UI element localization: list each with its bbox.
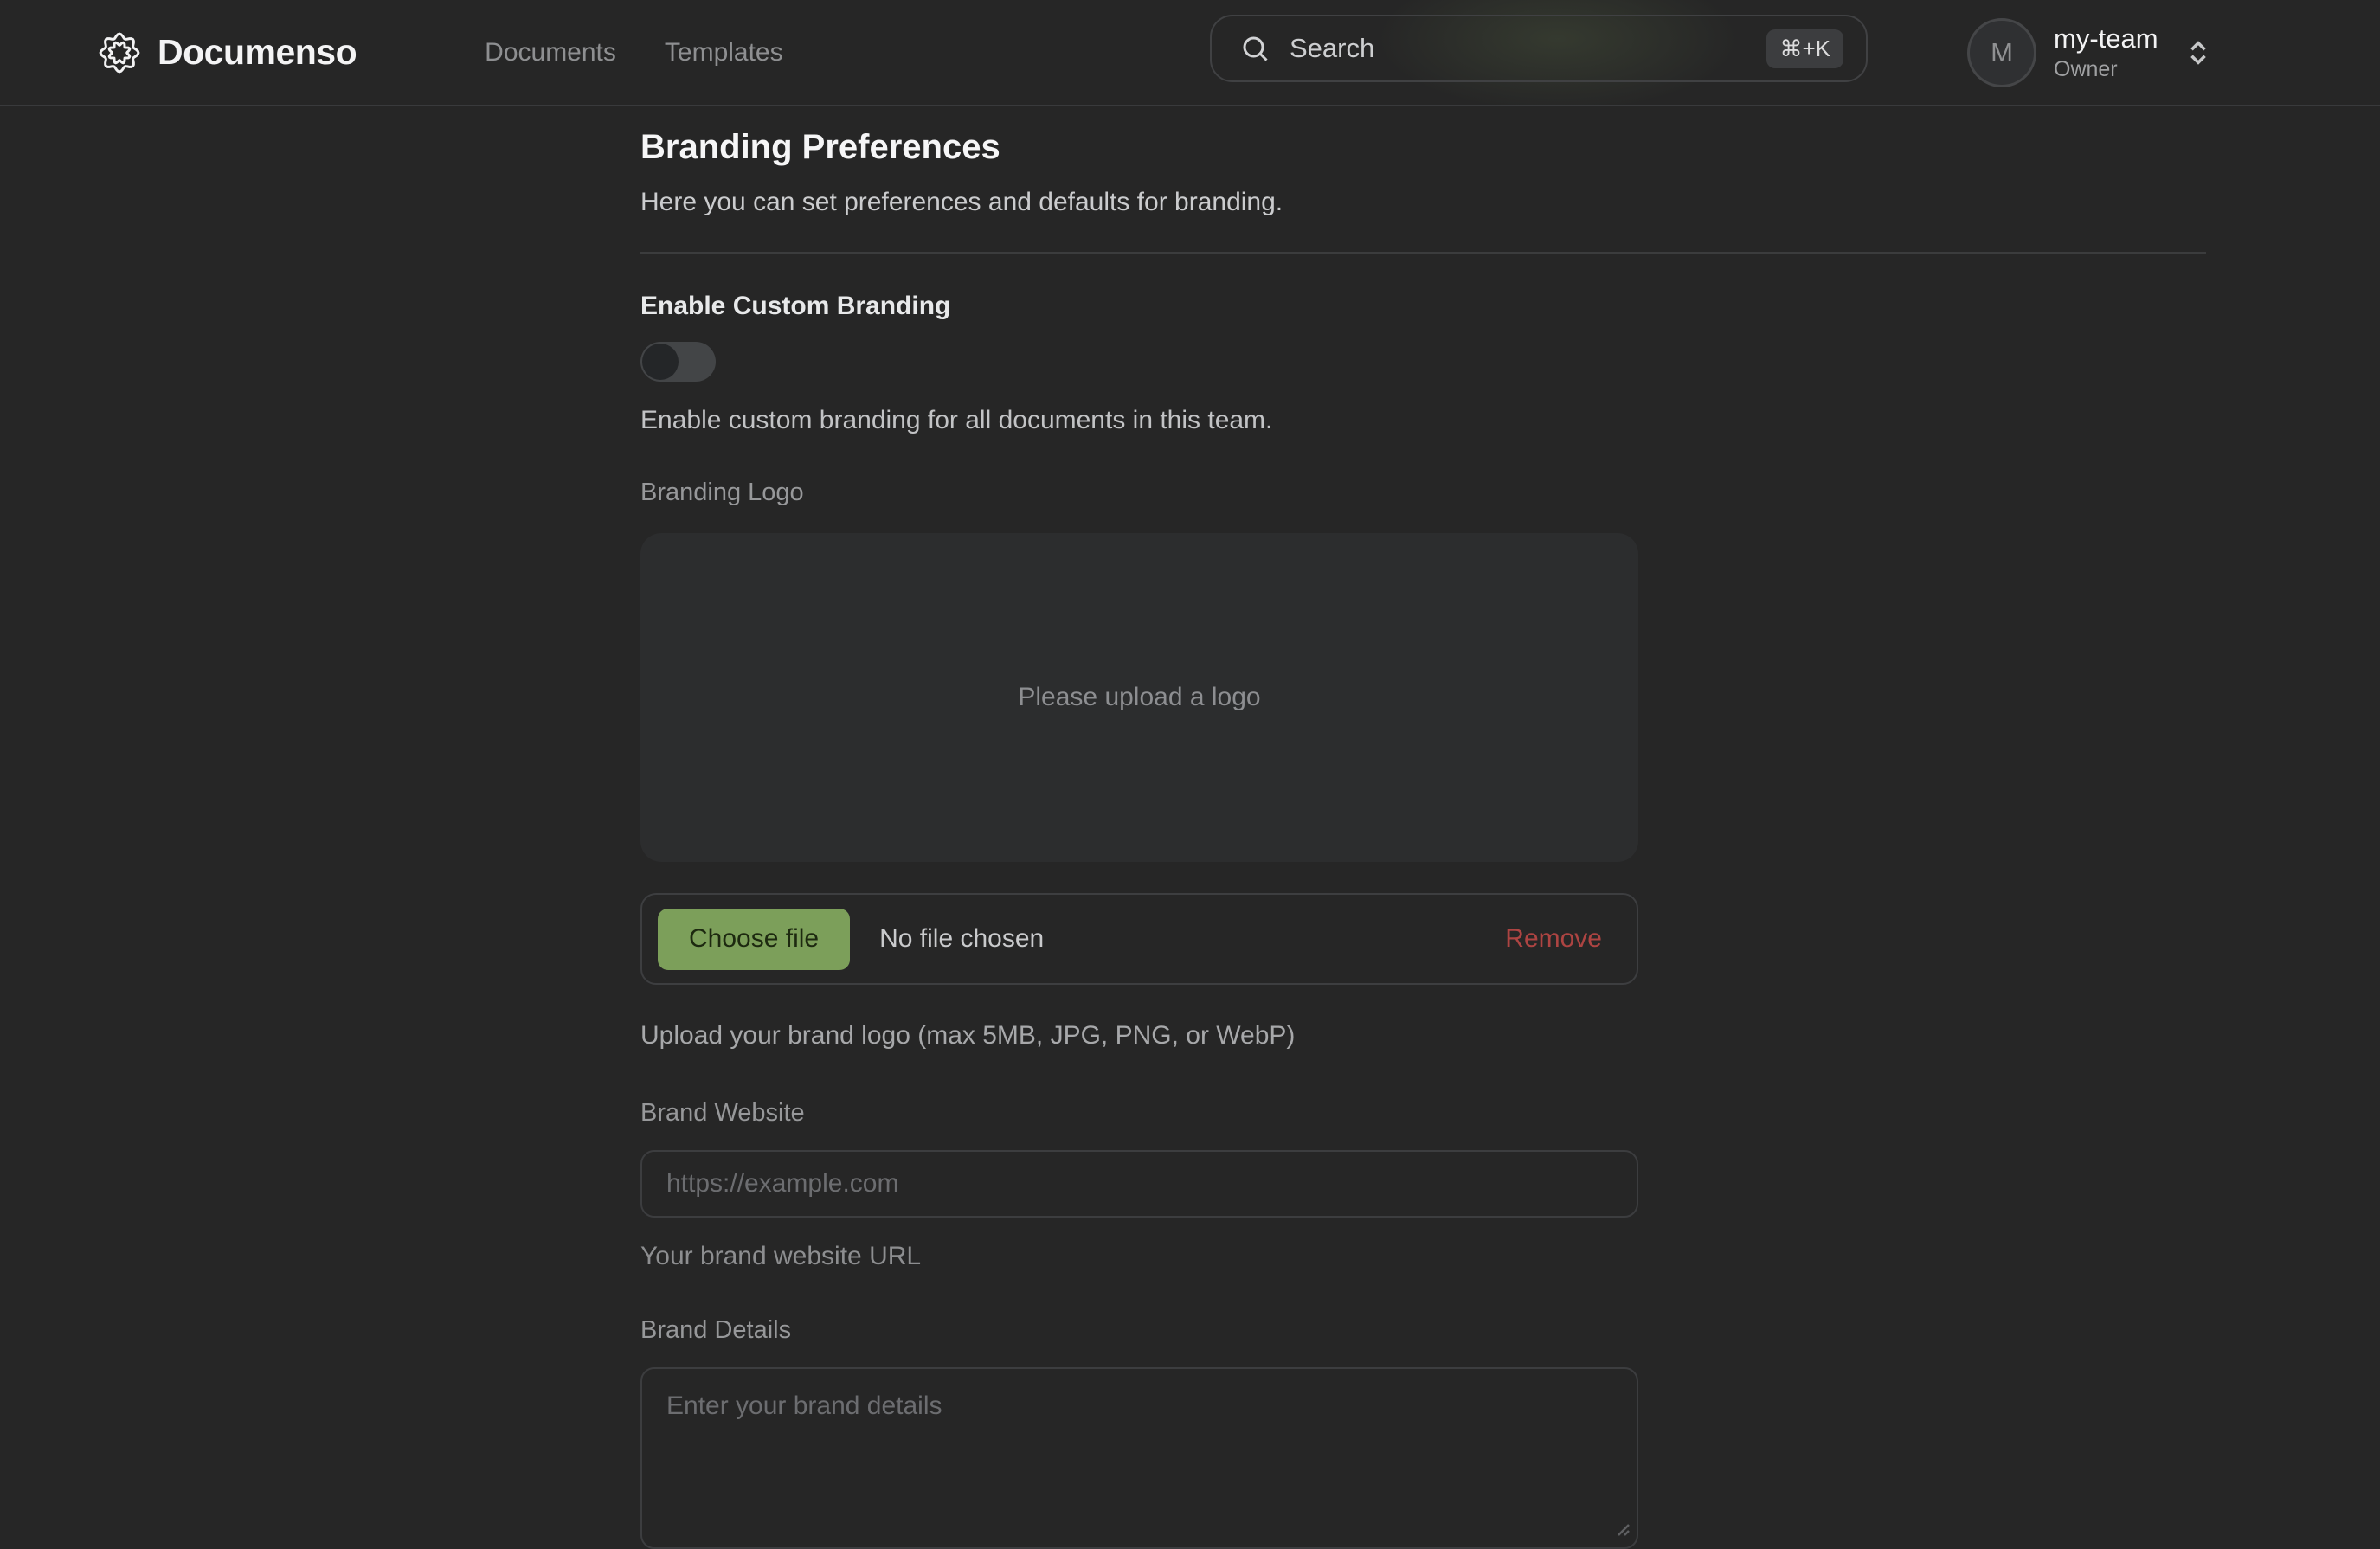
header-divider	[640, 252, 2206, 254]
brand-website-label: Brand Website	[640, 1099, 2207, 1128]
team-switcher[interactable]: M my-team Owner	[1967, 18, 2214, 87]
search-input[interactable]	[1290, 33, 1766, 64]
remove-logo-button[interactable]: Remove	[1505, 924, 1602, 954]
brand-website-helper: Your brand website URL	[640, 1242, 2207, 1271]
brand-details-textarea[interactable]	[640, 1367, 1638, 1549]
page-title: Branding Preferences	[640, 128, 2207, 167]
nav-link-templates[interactable]: Templates	[665, 38, 783, 67]
page-subtitle: Here you can set preferences and default…	[640, 188, 2207, 217]
logo-dropzone[interactable]: Please upload a logo	[640, 533, 1638, 862]
enable-branding-toggle[interactable]	[640, 342, 716, 382]
team-avatar: M	[1967, 18, 2036, 87]
search-shortcut-badge: ⌘+K	[1766, 29, 1843, 68]
primary-nav: Documents Templates	[485, 38, 782, 67]
team-info: my-team Owner	[2054, 22, 2158, 82]
search-icon	[1239, 33, 1270, 64]
textarea-resize-handle[interactable]	[1611, 1517, 1631, 1542]
nav-link-documents[interactable]: Documents	[485, 38, 616, 67]
team-role: Owner	[2054, 56, 2158, 82]
team-name: my-team	[2054, 22, 2158, 55]
enable-branding-label: Enable Custom Branding	[640, 292, 2207, 321]
chevrons-up-down-icon	[2183, 37, 2214, 68]
dropzone-placeholder: Please upload a logo	[1018, 683, 1260, 712]
global-search[interactable]: ⌘+K	[1210, 15, 1868, 82]
choose-file-button[interactable]: Choose file	[658, 909, 850, 970]
documenso-logo[interactable]: Documenso	[97, 30, 357, 75]
brand-wordmark: Documenso	[158, 32, 357, 73]
documenso-seal-icon	[97, 30, 142, 75]
branding-logo-label: Branding Logo	[640, 479, 2207, 507]
brand-website-input[interactable]	[640, 1150, 1638, 1218]
brand-details-field	[640, 1367, 1638, 1549]
toggle-knob	[642, 344, 679, 380]
top-navbar: Documenso Documents Templates ⌘+K M my-t…	[0, 0, 2380, 106]
brand-details-label: Brand Details	[640, 1316, 2207, 1345]
logo-file-input-row: Choose file No file chosen Remove	[640, 893, 1638, 985]
enable-branding-helper: Enable custom branding for all documents…	[640, 406, 2207, 435]
branding-preferences-page: Branding Preferences Here you can set pr…	[0, 106, 2380, 1549]
logo-upload-helper: Upload your brand logo (max 5MB, JPG, PN…	[640, 1021, 2207, 1051]
file-chosen-status: No file chosen	[879, 924, 1044, 954]
